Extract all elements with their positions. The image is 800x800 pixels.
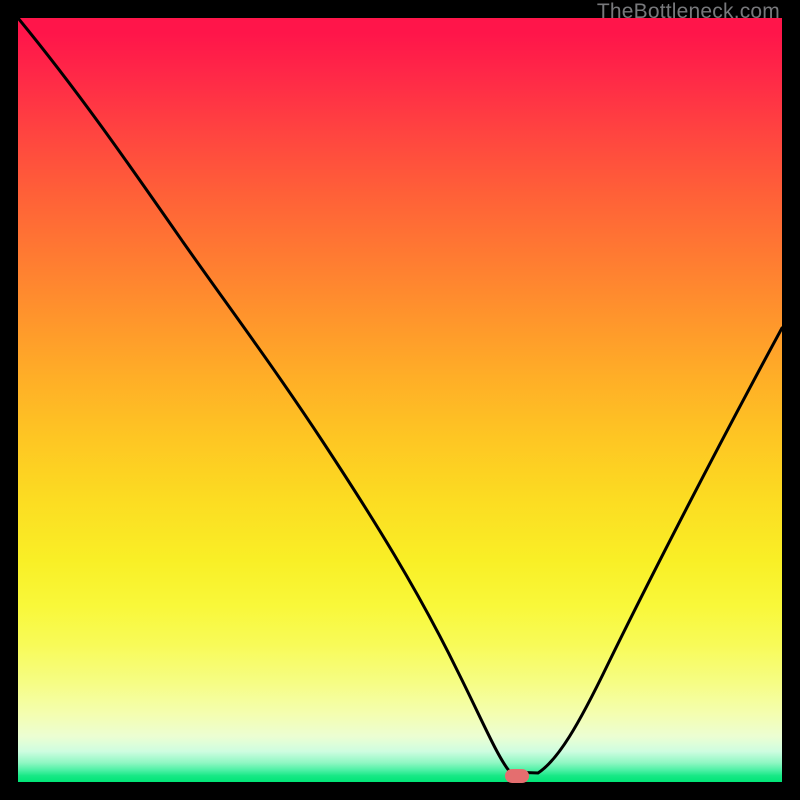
chart-frame: TheBottleneck.com (0, 0, 800, 800)
curve-path (18, 18, 782, 773)
plot-area (18, 18, 782, 782)
optimal-point-marker (505, 769, 529, 783)
bottleneck-curve (18, 18, 782, 782)
